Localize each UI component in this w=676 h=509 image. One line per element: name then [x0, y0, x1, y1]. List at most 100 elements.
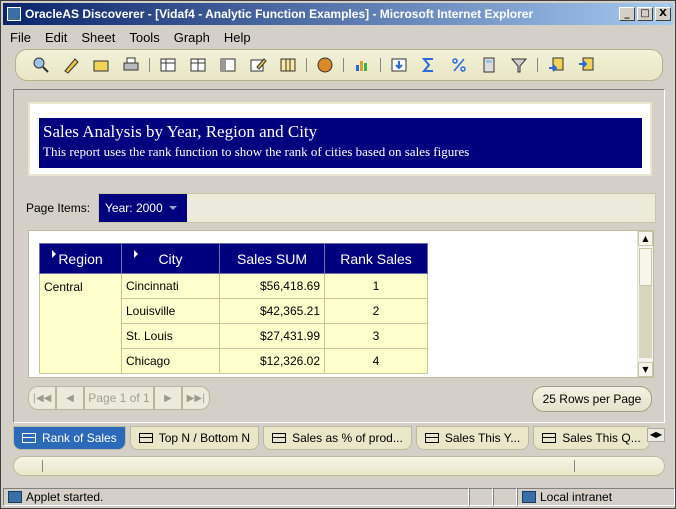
toolbar-separator	[537, 58, 538, 72]
scroll-thumb[interactable]	[639, 248, 652, 286]
report-subtitle: This report uses the rank function to sh…	[43, 144, 470, 159]
next-page-icon[interactable]: ▶	[154, 386, 182, 410]
menu-sheet[interactable]: Sheet	[74, 30, 122, 45]
crosstab-table: Region City Sales SUM Rank Sales Central…	[39, 243, 428, 374]
export-icon[interactable]	[545, 54, 567, 76]
minimize-button[interactable]: _	[619, 7, 635, 21]
report-title-box: Sales Analysis by Year, Region and City …	[28, 102, 652, 176]
browser-window: OracleAS Discoverer - [Vidaf4 - Analytic…	[0, 0, 676, 509]
sheet-tabs: Rank of Sales Top N / Bottom N Sales as …	[13, 426, 665, 450]
window-title: OracleAS Discoverer - [Vidaf4 - Analytic…	[25, 7, 534, 21]
tab-sales-pct-prod[interactable]: Sales as % of prod...	[263, 426, 412, 450]
chevron-down-icon	[168, 206, 177, 210]
scroll-up-icon[interactable]: ▲	[638, 231, 653, 246]
crosstab-icon[interactable]	[217, 54, 239, 76]
scroll-down-icon[interactable]: ▼	[638, 362, 653, 377]
scroll-track[interactable]	[639, 286, 652, 358]
tab-sales-this-y[interactable]: Sales This Y...	[415, 426, 530, 450]
toolbar-separator	[380, 58, 381, 72]
tab-sales-this-q[interactable]: Sales This Q...	[533, 426, 650, 450]
year-select[interactable]: Year: 2000	[99, 194, 187, 222]
last-page-icon[interactable]: ▶▶|	[182, 386, 210, 410]
expand-triangle-icon[interactable]	[52, 250, 56, 258]
drill-icon[interactable]	[388, 54, 410, 76]
page-indicator: Page 1 of 1	[84, 386, 154, 410]
ie-icon	[7, 7, 21, 21]
tab-scroll-icon[interactable]: ◀▶	[647, 428, 665, 442]
report-title: Sales Analysis by Year, Region and City	[43, 122, 318, 141]
menu-graph[interactable]: Graph	[167, 30, 217, 45]
table-grid-icon[interactable]	[157, 54, 179, 76]
percent-icon[interactable]	[448, 54, 470, 76]
header-sales-sum[interactable]: Sales SUM	[219, 243, 325, 274]
title-bar: OracleAS Discoverer - [Vidaf4 - Analytic…	[3, 3, 673, 25]
prev-page-icon[interactable]: ◀	[56, 386, 84, 410]
maximize-button[interactable]: □	[637, 7, 653, 21]
rank-cell[interactable]: 2	[324, 298, 428, 324]
worksheet-panel: Sales Analysis by Year, Region and City …	[13, 89, 665, 423]
status-message: Applet started.	[26, 490, 104, 504]
city-cell[interactable]: Cincinnati	[121, 273, 220, 299]
format-icon[interactable]	[314, 54, 336, 76]
intranet-icon	[522, 491, 536, 503]
print-icon[interactable]	[120, 54, 142, 76]
menu-file[interactable]: File	[3, 30, 38, 45]
toolbar-separator	[149, 58, 150, 72]
graph-icon[interactable]	[351, 54, 373, 76]
status-cell	[493, 488, 517, 506]
sheet-icon	[138, 433, 153, 443]
open-icon[interactable]	[90, 54, 112, 76]
city-cell[interactable]: Louisville	[121, 298, 220, 324]
rank-cell[interactable]: 3	[324, 323, 428, 349]
expand-triangle-icon[interactable]	[134, 250, 138, 258]
header-city[interactable]: City	[121, 243, 220, 274]
city-cell[interactable]: St. Louis	[121, 323, 220, 349]
search-icon[interactable]	[30, 54, 52, 76]
table-icon[interactable]	[187, 54, 209, 76]
rank-cell[interactable]: 4	[324, 348, 428, 374]
edit-icon[interactable]	[60, 54, 82, 76]
sales-cell[interactable]: $27,431.99	[219, 323, 325, 349]
close-button[interactable]: X	[655, 7, 671, 21]
year-label: Year:	[105, 201, 133, 215]
first-page-icon[interactable]: |◀◀	[28, 386, 56, 410]
page-items-label: Page Items:	[26, 201, 91, 215]
table-row: Central Cincinnati $56,418.69 1	[39, 273, 428, 374]
tab-rank-of-sales[interactable]: Rank of Sales	[13, 426, 126, 450]
columns-icon[interactable]	[277, 54, 299, 76]
filter-icon[interactable]	[508, 54, 530, 76]
sheet-icon	[272, 433, 287, 443]
rows-per-page-button[interactable]: 25 Rows per Page	[532, 386, 652, 412]
rank-cell[interactable]: 1	[324, 273, 428, 299]
zone-cell: Local intranet	[517, 488, 675, 506]
toolbar-separator	[306, 58, 307, 72]
menu-bar: File Edit Sheet Tools Graph Help	[3, 27, 258, 47]
menu-edit[interactable]: Edit	[38, 30, 74, 45]
vertical-scrollbar[interactable]: ▲ ▼	[637, 231, 653, 377]
sum-icon[interactable]	[418, 54, 440, 76]
header-region[interactable]: Region	[39, 243, 122, 274]
scroll-mark	[42, 460, 43, 472]
city-cell[interactable]: Chicago	[121, 348, 220, 374]
sales-cell[interactable]: $42,365.21	[219, 298, 325, 324]
sheet-icon	[22, 433, 36, 443]
page-items: Page Items: Year: 2000	[26, 193, 656, 223]
sheet-icon	[542, 433, 557, 443]
status-bar: Applet started. Local intranet	[3, 487, 675, 507]
menu-tools[interactable]: Tools	[122, 30, 166, 45]
tab-top-n-bottom-n[interactable]: Top N / Bottom N	[129, 426, 260, 450]
status-message-cell: Applet started.	[3, 488, 469, 506]
scroll-mark	[574, 460, 575, 472]
crosstab-area: Region City Sales SUM Rank Sales Central…	[28, 230, 654, 378]
toolbar-separator	[343, 58, 344, 72]
region-cell[interactable]: Central	[39, 273, 122, 374]
pager: |◀◀ ◀ Page 1 of 1 ▶ ▶▶|	[28, 386, 210, 410]
header-rank-sales[interactable]: Rank Sales	[324, 243, 428, 274]
sales-cell[interactable]: $56,418.69	[219, 273, 325, 299]
edit-sheet-icon[interactable]	[247, 54, 269, 76]
menu-help[interactable]: Help	[217, 30, 258, 45]
import-icon[interactable]	[575, 54, 597, 76]
horizontal-scrollbar[interactable]	[13, 456, 665, 476]
sales-cell[interactable]: $12,326.02	[219, 348, 325, 374]
calculator-icon[interactable]	[478, 54, 500, 76]
